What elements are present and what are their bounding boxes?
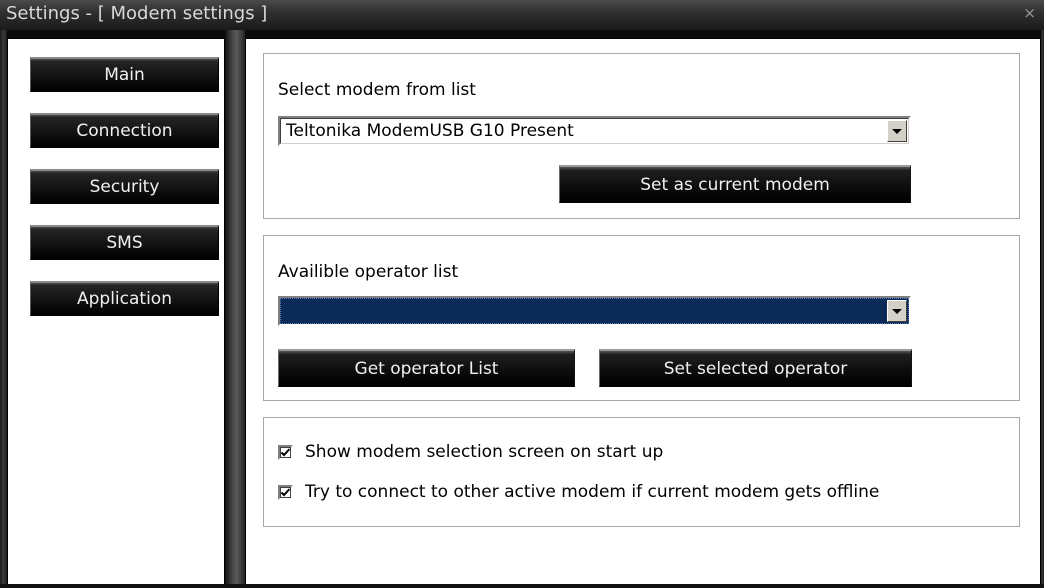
sidebar: Main Connection Security SMS Application [7, 38, 225, 588]
left-frame [0, 30, 7, 588]
set-current-modem-button[interactable]: Set as current modem [559, 165, 911, 203]
checkmark-icon [280, 447, 291, 456]
set-selected-operator-button[interactable]: Set selected operator [599, 349, 912, 387]
operator-group: Availible operator list Get operator Lis… [263, 235, 1020, 401]
operator-list-label: Availible operator list [278, 262, 459, 282]
show-selection-checkbox[interactable] [278, 444, 293, 460]
modem-settings-panel: Select modem from list Teltonika ModemUS… [245, 38, 1041, 588]
splitter [225, 30, 245, 588]
option-row[interactable]: Show modem selection screen on start up [278, 442, 663, 462]
operator-select[interactable] [278, 296, 911, 326]
modem-select[interactable]: Teltonika ModemUSB G10 Present [278, 116, 911, 146]
title-bar[interactable]: Settings - [ Modem settings ] × [0, 0, 1044, 30]
sidebar-item-connection[interactable]: Connection [30, 113, 219, 148]
chevron-down-icon[interactable] [887, 300, 907, 322]
checkmark-icon [280, 487, 291, 496]
sidebar-item-application[interactable]: Application [30, 281, 219, 316]
get-operator-list-button[interactable]: Get operator List [278, 349, 575, 387]
sidebar-item-main[interactable]: Main [30, 57, 219, 92]
modem-group: Select modem from list Teltonika ModemUS… [263, 53, 1020, 219]
options-group: Show modem selection screen on start up … [263, 417, 1020, 527]
close-icon[interactable]: × [1023, 0, 1036, 28]
sidebar-item-security[interactable]: Security [30, 169, 219, 204]
window-title: Settings - [ Modem settings ] [6, 3, 268, 24]
auto-connect-label: Try to connect to other active modem if … [305, 482, 880, 502]
settings-window: Settings - [ Modem settings ] × Main Con… [0, 0, 1044, 588]
show-selection-label: Show modem selection screen on start up [305, 442, 664, 462]
window-bottom-edge [0, 584, 1044, 588]
option-row[interactable]: Try to connect to other active modem if … [278, 482, 879, 502]
auto-connect-checkbox[interactable] [278, 484, 293, 500]
sidebar-item-sms[interactable]: SMS [30, 225, 219, 260]
chevron-down-icon[interactable] [887, 120, 907, 142]
modem-list-label: Select modem from list [278, 80, 476, 100]
modem-select-value: Teltonika ModemUSB G10 Present [286, 121, 574, 141]
